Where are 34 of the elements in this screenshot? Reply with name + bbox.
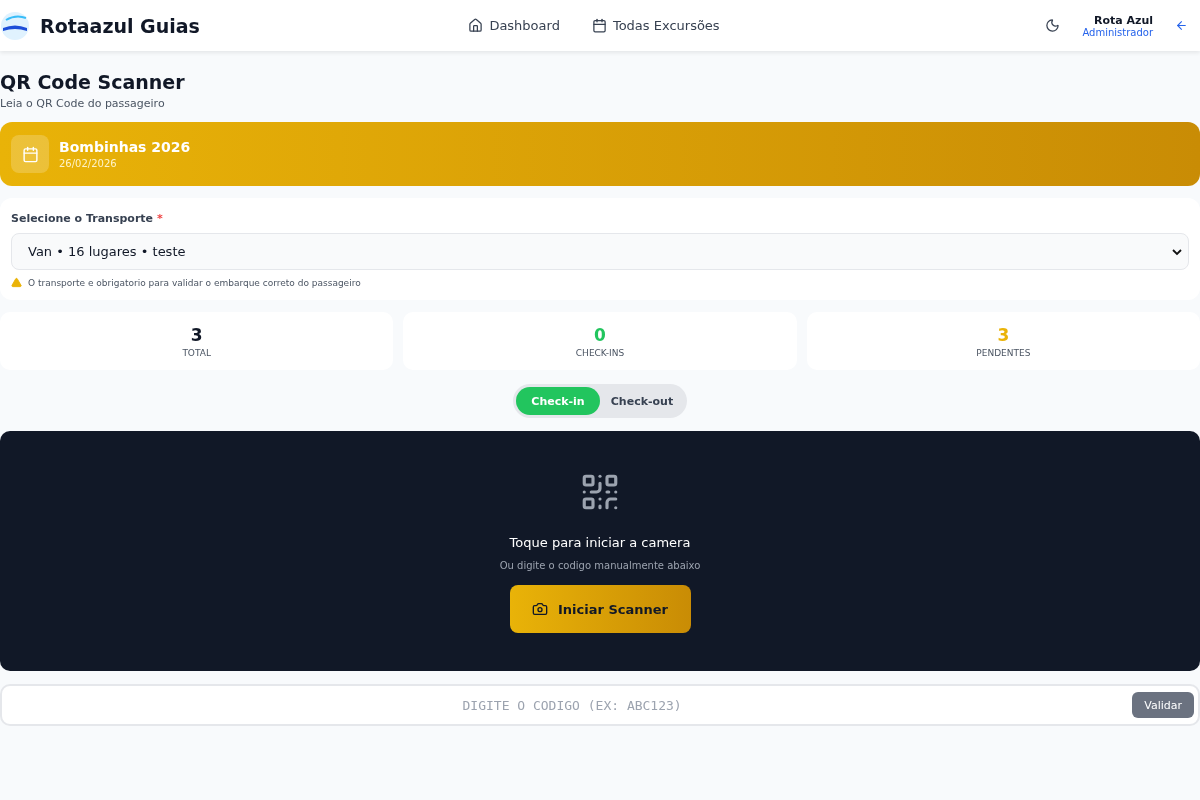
logo-icon <box>0 10 30 41</box>
stat-label: CHECK-INS <box>575 347 625 358</box>
chevron-icon <box>1172 246 1182 257</box>
stat-label: PENDENTES <box>976 347 1031 358</box>
scanner-hint: Ou digite o codigo manualmente abaixo <box>499 560 701 571</box>
mode-tab[interactable]: Check-out <box>600 387 684 415</box>
warning-text: O transporte e obrigatorio para validar o embarque correto do passageiro <box>28 277 361 288</box>
stat-value: 0 <box>594 324 606 345</box>
field-label: Selecione o Transporte <box>11 212 154 225</box>
stat-value: 3 <box>997 324 1010 345</box>
page-title: QR Code Scanner <box>0 71 186 93</box>
calendar-icon <box>11 135 49 173</box>
home-icon <box>468 18 484 33</box>
user-role: Administrador <box>1082 26 1153 38</box>
stat-label: TOTAL <box>182 347 211 358</box>
trip-name: Bombinhas 2026 <box>59 139 191 155</box>
stat-value: 3 <box>190 324 203 345</box>
code-field[interactable]: DIGITE O CODIGO (EX: ABC123) Validar <box>0 684 1200 726</box>
brand-name: Rotaazul Guias <box>40 14 200 37</box>
start-scanner-button[interactable]: Iniciar Scanner <box>509 585 691 633</box>
transport-select[interactable]: Van • 16 lugares • teste <box>11 233 1189 270</box>
nav-link[interactable]: Todas Excursões <box>591 18 720 33</box>
warning-icon <box>11 277 22 288</box>
dark-mode-icon[interactable] <box>1045 18 1061 33</box>
logout-icon[interactable] <box>1175 19 1188 32</box>
user-name: Rota Azul <box>1093 13 1153 27</box>
trip-date: 26/02/2026 <box>59 158 118 169</box>
calendar-icon <box>591 18 607 33</box>
scanner-title: Toque para iniciar a camera <box>509 535 691 550</box>
nav-link[interactable]: Dashboard <box>468 18 560 33</box>
page-subtitle: Leia o QR Code do passageiro <box>0 97 166 110</box>
required-mark: * <box>157 212 163 225</box>
camera-icon <box>532 601 548 617</box>
validate-button[interactable]: Validar <box>1132 692 1194 718</box>
